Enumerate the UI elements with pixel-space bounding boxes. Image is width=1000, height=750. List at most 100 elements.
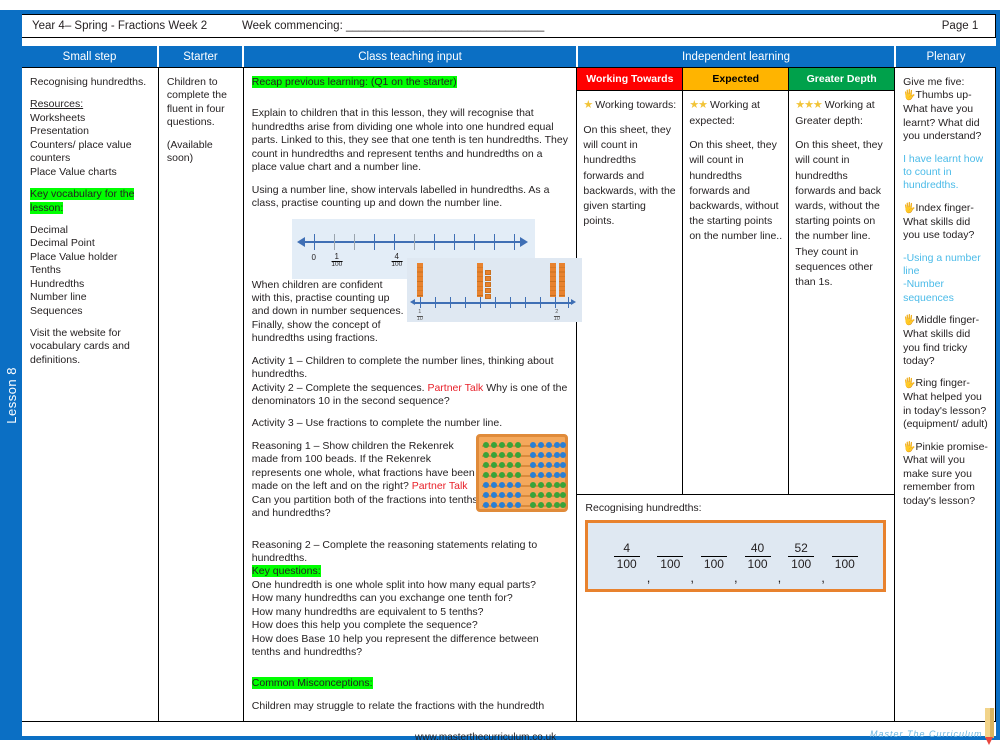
hand-icon: 🖐: [903, 378, 916, 390]
plenary-answer: -Using a number line -Number sequences: [903, 251, 981, 304]
recap-heading: Recap previous learning: (Q1 on the star…: [251, 76, 457, 88]
fraction-separator: ,: [777, 570, 782, 585]
starter-content: Children to complete the fluent in four …: [159, 68, 243, 170]
resources-label: Resources:: [30, 98, 84, 111]
fraction-sequence-box: 4 100 , 100 , 100 , 40 100 , 52 100 , 100: [585, 520, 887, 592]
column-independent-learning: Working Towards ★ Working towards: On th…: [577, 68, 896, 721]
resource-item: Worksheets: [30, 111, 86, 124]
resource-item: Place Value charts: [30, 165, 117, 178]
level-header-working-towards: Working Towards: [577, 68, 683, 91]
document-title-bar: Year 4– Spring - Fractions Week 2 Week c…: [22, 14, 996, 38]
key-question: How does Base 10 help you represent the …: [251, 632, 539, 658]
starter-line-2: (Available soon): [166, 138, 213, 165]
numberline-axis: [303, 240, 522, 243]
base10-tens-rod: [416, 263, 423, 297]
header-independent-learning: Independent learning: [578, 46, 896, 67]
fraction-separator: ,: [690, 570, 694, 585]
vocab-item: Decimal: [30, 223, 68, 236]
reasoning-1: Reasoning 1 – Show children the Rekenrek…: [251, 439, 478, 520]
base10-tens-rod: [558, 263, 565, 297]
fraction-separator: ,: [821, 570, 825, 585]
plenary-item: 🖐Index finger- What skills did you use t…: [903, 201, 975, 242]
recognising-hundredths-section: Recognising hundredths: 4 100 , 100 , 100…: [577, 494, 895, 599]
hand-icon: 🖐: [903, 315, 916, 327]
rekenrek-image: [475, 434, 568, 512]
small-step-footnote: Visit the website for vocabulary cards a…: [30, 327, 130, 366]
key-question: One hundredth is one whole split into ho…: [251, 578, 537, 591]
partner-talk-tag: Partner Talk: [411, 480, 468, 493]
fraction-item: 100: [657, 542, 684, 570]
common-misconceptions-label: Common Misconceptions:: [251, 677, 373, 690]
key-questions-label: Key questions:: [251, 565, 321, 578]
year-term-title: Year 4– Spring - Fractions Week 2: [32, 20, 208, 32]
header-class-teaching-input: Class teaching input: [244, 46, 578, 67]
level-description: On this sheet, they will count in hundre…: [795, 139, 883, 289]
hand-icon: 🖐: [903, 441, 916, 453]
lesson-number-tab: Lesson 8: [0, 330, 22, 460]
lesson-grid: Recognising hundredths. Resources: Works…: [22, 67, 996, 722]
column-class-teaching-input: Recap previous learning: (Q1 on the star…: [244, 68, 582, 721]
lesson-plan-page: Lesson 8 Year 4– Spring - Fractions Week…: [0, 0, 1000, 750]
misconceptions-text: Children may struggle to relate the frac…: [251, 699, 545, 712]
level-description: On this sheet, they will count in hundre…: [583, 123, 676, 228]
fraction-item: 52 100: [788, 542, 815, 570]
plenary-content: Give me five: 🖐Thumbs up- What have you …: [895, 68, 995, 512]
level-greater-depth: Greater Depth ★★★ Working at Greater dep…: [789, 68, 895, 494]
level-body-greater-depth: ★★★ Working at Greater depth: On this sh…: [789, 91, 894, 297]
column-plenary: Give me five: 🖐Thumbs up- What have you …: [895, 68, 995, 721]
vocab-item: Tenths: [30, 264, 61, 277]
header-starter: Starter: [159, 46, 244, 67]
pencil-icon: [985, 708, 994, 745]
starter-line-1: Children to complete the fluent in four …: [166, 76, 227, 129]
numberline-label-one-hundredth: 1 100: [331, 251, 343, 268]
key-vocabulary-label: Key vocabulary for the lesson:: [30, 188, 135, 214]
lesson-number-label: Lesson 8: [3, 366, 19, 424]
level-header-expected: Expected: [683, 68, 789, 91]
level-working-towards: Working Towards ★ Working towards: On th…: [577, 68, 684, 494]
vocab-item: Decimal Point: [30, 237, 95, 250]
website-url: www.masterthecurriculum.co.uk: [415, 732, 557, 743]
activity-3: Activity 3 – Use fractions to complete t…: [251, 417, 503, 430]
numberline-label-four-hundredths: 4 100: [391, 251, 403, 268]
recognising-hundredths-label: Recognising hundredths:: [585, 502, 702, 514]
hand-icon: 🖐: [903, 90, 916, 102]
level-intro: Working towards:: [595, 99, 677, 111]
base10-tens-rod: [476, 263, 483, 297]
column-starter: Children to complete the fluent in four …: [159, 68, 244, 721]
numberline2-axis: [414, 302, 573, 304]
fraction-item: 4 100: [613, 542, 640, 570]
teaching-paragraph-2: Using a number line, show intervals labe…: [251, 183, 550, 210]
resource-item: Presentation: [30, 125, 89, 138]
fraction-item: 100: [831, 542, 858, 570]
level-body-working-towards: ★ Working towards: On this sheet, they w…: [577, 91, 682, 236]
teaching-paragraph-3: When children are confident with this, p…: [251, 278, 404, 345]
base10-tens-rod: [549, 263, 556, 297]
numberline-tenths-base10-diagram: 1 10 2 10: [406, 258, 582, 322]
teaching-content: Recap previous learning: (Q1 on the star…: [244, 68, 577, 717]
column-small-step: Recognising hundredths. Resources: Works…: [22, 68, 159, 721]
star-rating-icon: ★★★: [795, 99, 823, 111]
page-border-right: [996, 10, 1000, 740]
column-headers: Small step Starter Class teaching input …: [22, 46, 996, 67]
activity-1: Activity 1 – Children to complete the nu…: [251, 354, 554, 381]
brand-logo: Master The Curriculum: [870, 729, 983, 739]
small-step-title: Recognising hundredths.: [30, 76, 147, 88]
key-question: How many hundredths can you exchange one…: [251, 592, 513, 605]
fraction-separator: ,: [646, 570, 651, 585]
fraction-separator: ,: [733, 570, 738, 585]
page-footer: www.masterthecurriculum.co.uk Master The…: [0, 708, 1000, 750]
level-header-greater-depth: Greater Depth: [789, 68, 895, 91]
plenary-item: 🖐Pinkie promise- What will you make sure…: [903, 440, 988, 507]
key-question: How many hundredths are equivalent to 5 …: [251, 605, 484, 618]
independent-levels: Working Towards ★ Working towards: On th…: [577, 68, 895, 494]
week-commencing-field: Week commencing: _______________________…: [242, 20, 545, 32]
header-plenary: Plenary: [896, 46, 996, 67]
vocab-item: Sequences: [30, 304, 83, 317]
star-rating-icon: ★★: [689, 99, 708, 111]
small-step-content: Recognising hundredths. Resources: Works…: [22, 68, 158, 371]
fraction-item: 40 100: [744, 542, 771, 570]
plenary-answer: I have learnt how to count in hundredths…: [903, 152, 984, 192]
vocab-item: Number line: [30, 291, 87, 304]
vocab-item: Hundredths: [30, 277, 85, 290]
level-body-expected: ★★ Working at expected: On this sheet, t…: [683, 91, 788, 252]
